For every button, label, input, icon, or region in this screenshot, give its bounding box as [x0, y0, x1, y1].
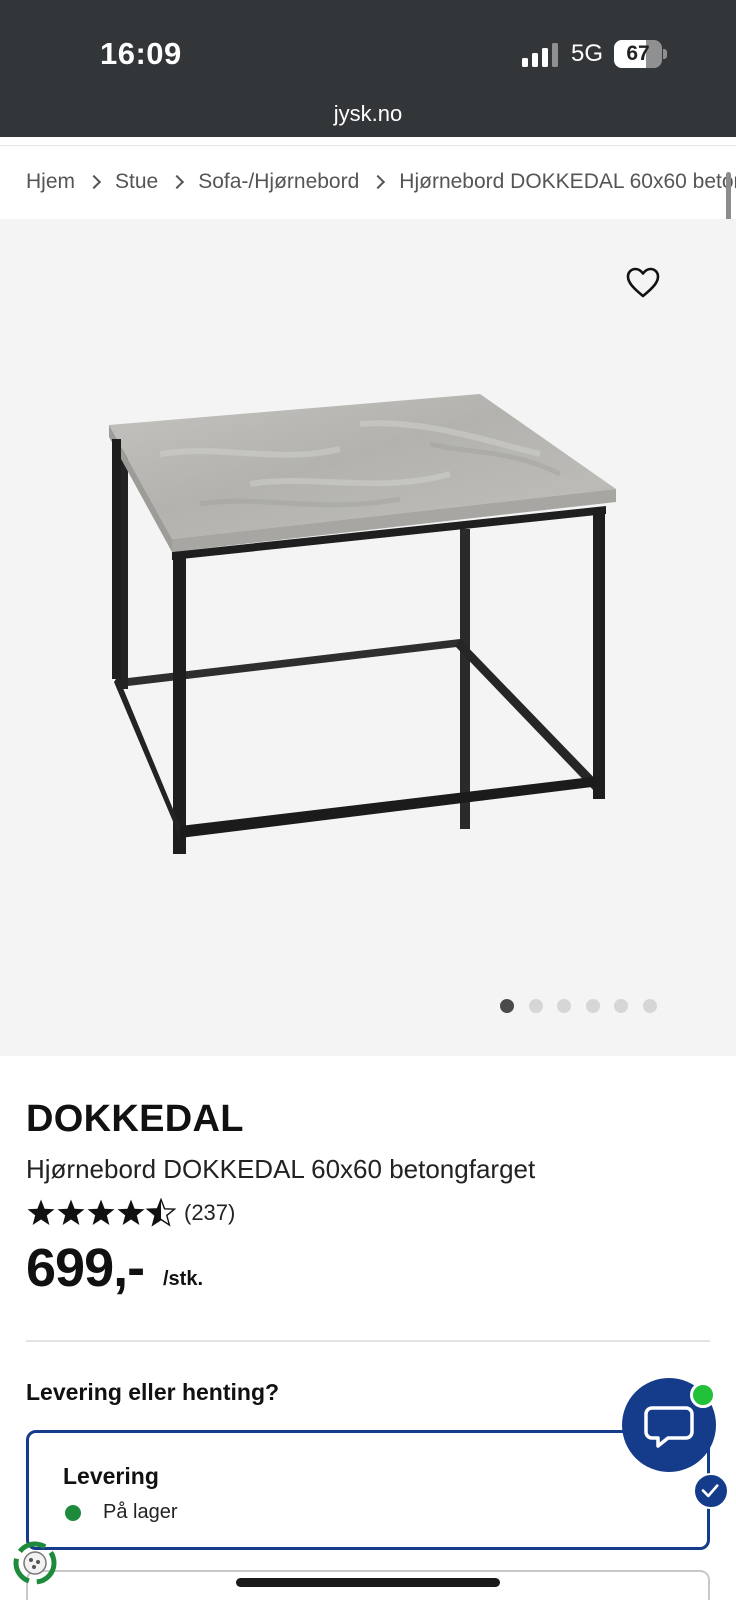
- chevron-right-icon: [371, 175, 386, 190]
- product-image: [109, 394, 616, 854]
- selected-check-badge: [693, 1473, 729, 1509]
- chevron-right-icon: [170, 175, 185, 190]
- heart-outline-icon[interactable]: [626, 267, 660, 299]
- gallery-dot[interactable]: [557, 999, 571, 1013]
- home-indicator[interactable]: [236, 1578, 500, 1587]
- gallery-dot[interactable]: [528, 999, 543, 1013]
- product-rating[interactable]: (237): [26, 1198, 235, 1228]
- stock-status-text: På lager: [103, 1501, 178, 1523]
- status-time: 16:09: [100, 36, 182, 71]
- price-unit: /stk.: [163, 1268, 204, 1290]
- delivery-option-card[interactable]: Levering På lager: [26, 1430, 710, 1550]
- chevron-right-icon: [86, 175, 102, 190]
- product-price: 699,-: [26, 1238, 145, 1298]
- product-name: Hjørnebord DOKKEDAL 60x60 betongfarget: [26, 1154, 536, 1184]
- gallery-dot[interactable]: [500, 999, 514, 1013]
- breadcrumb-home[interactable]: Hjem: [26, 170, 75, 194]
- star-rating-icon: [27, 1198, 176, 1226]
- stock-status-dot: [65, 1505, 81, 1521]
- product-image-gallery[interactable]: [0, 219, 736, 1056]
- network-type: 5G: [571, 40, 604, 67]
- gallery-pagination: [500, 999, 671, 1013]
- gallery-dot[interactable]: [585, 999, 600, 1013]
- gallery-dot[interactable]: [642, 999, 657, 1013]
- delivery-question: Levering eller henting?: [26, 1379, 280, 1405]
- breadcrumb-category[interactable]: Sofa-/Hjørnebord: [198, 170, 359, 194]
- breadcrumb-stue[interactable]: Stue: [115, 170, 158, 194]
- online-status-indicator: [690, 1382, 716, 1408]
- battery-icon: 67: [614, 40, 667, 68]
- breadcrumb: Hjem Stue Sofa-/Hjørnebord Hjørnebord DOKKE…: [0, 145, 736, 219]
- address-bar-url[interactable]: jysk.no: [0, 101, 736, 127]
- product-brand: DOKKEDAL: [26, 1098, 244, 1140]
- cellular-signal-icon: [522, 43, 558, 67]
- section-divider: [26, 1340, 710, 1342]
- battery-percent: 67: [626, 42, 650, 65]
- checkmark-icon: [701, 1484, 719, 1498]
- browser-top-bar: 16:09 5G 67 jysk.no: [0, 0, 736, 137]
- breadcrumb-current: Hjørnebord DOKKEDAL 60x60 betong: [399, 170, 736, 194]
- gallery-dot[interactable]: [614, 999, 628, 1013]
- delivery-option-title: Levering: [63, 1463, 159, 1489]
- rating-count[interactable]: (237): [184, 1200, 235, 1226]
- recycle-icon[interactable]: [12, 1540, 58, 1586]
